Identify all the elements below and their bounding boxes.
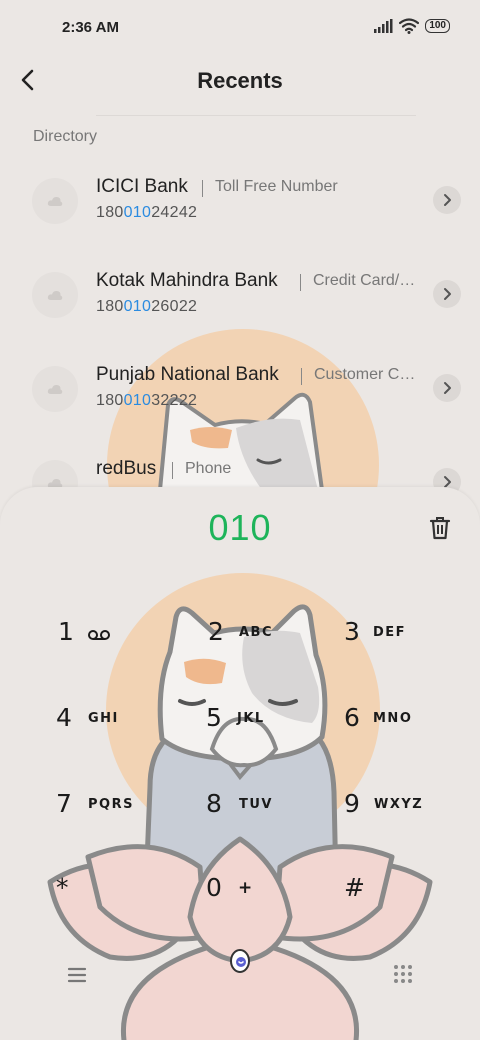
avatar xyxy=(32,178,78,224)
contact-tag: Credit Card/… xyxy=(313,272,416,289)
contact-tag: Customer C… xyxy=(314,366,416,383)
call-button[interactable] xyxy=(226,947,254,977)
keypad-toggle-button[interactable] xyxy=(392,963,414,985)
contact-row-icici[interactable]: ICICI Bank Toll Free Number 18001024242 xyxy=(0,156,480,250)
signal-icon xyxy=(374,19,393,33)
menu-button[interactable] xyxy=(62,963,92,987)
dialer-panel: 010 1 2 ABC 3 DEF 4 GHI 5 JKL 6 MNO 7 PQ… xyxy=(0,487,480,1040)
contact-name: Kotak Mahindra Bank xyxy=(96,270,278,291)
key-9[interactable]: 9 WXYZ xyxy=(338,777,468,833)
key-7[interactable]: 7 PQRS xyxy=(50,777,180,833)
matched-digits: 010 xyxy=(123,298,152,315)
menu-icon xyxy=(67,967,87,983)
trash-icon xyxy=(429,517,451,540)
battery-icon: 100 xyxy=(425,19,450,33)
contact-tag: Toll Free Number xyxy=(215,178,338,195)
delete-button[interactable] xyxy=(428,515,452,541)
divider xyxy=(301,368,302,385)
cloud-icon xyxy=(47,196,63,206)
contact-number: 18001026022 xyxy=(96,298,198,315)
chevron-right-icon xyxy=(444,194,451,206)
contact-row-kotak[interactable]: Kotak Mahindra Bank Credit Card/… 180010… xyxy=(0,250,480,344)
key-8[interactable]: 8 TUV xyxy=(202,777,332,833)
key-6[interactable]: 6 MNO xyxy=(338,691,468,747)
contact-name: ICICI Bank xyxy=(96,176,188,197)
dialed-number-display: 010 xyxy=(208,507,272,548)
contact-row-pnb[interactable]: Punjab National Bank Customer C… 1800103… xyxy=(0,344,480,438)
details-button[interactable] xyxy=(433,374,461,402)
key-hash[interactable]: # xyxy=(338,861,468,917)
details-button[interactable] xyxy=(433,280,461,308)
avatar xyxy=(32,272,78,318)
wifi-icon xyxy=(399,18,420,34)
section-label-directory: Directory xyxy=(33,128,98,145)
key-5[interactable]: 5 JKL xyxy=(202,691,332,747)
voicemail-icon xyxy=(88,630,110,640)
contact-number: 18001024242 xyxy=(96,204,198,221)
divider xyxy=(300,274,301,291)
avatar xyxy=(32,366,78,412)
matched-digits: 010 xyxy=(123,204,152,221)
status-time: 2:36 AM xyxy=(62,19,119,36)
divider xyxy=(202,180,203,197)
divider xyxy=(172,462,173,479)
matched-digits: 010 xyxy=(123,392,152,409)
status-icons: 100 xyxy=(373,18,450,34)
key-4[interactable]: 4 GHI xyxy=(50,691,180,747)
cloud-icon xyxy=(47,384,63,394)
cloud-icon xyxy=(47,290,63,300)
contact-name: Punjab National Bank xyxy=(96,364,279,385)
key-2[interactable]: 2 ABC xyxy=(202,605,332,661)
header: Recents xyxy=(0,52,480,112)
key-1[interactable]: 1 xyxy=(50,605,180,661)
page-title: Recents xyxy=(197,68,283,93)
details-button[interactable] xyxy=(433,186,461,214)
header-divider xyxy=(96,115,416,116)
key-0[interactable]: 0 + xyxy=(202,861,332,917)
status-bar: 2:36 AM 100 xyxy=(0,0,480,52)
key-star[interactable]: * xyxy=(50,861,180,917)
contact-name: redBus xyxy=(96,458,157,479)
chevron-right-icon xyxy=(444,288,451,300)
contact-tag: Phone xyxy=(185,460,232,477)
keypad-icon xyxy=(394,965,412,983)
call-icon xyxy=(230,949,250,973)
key-3[interactable]: 3 DEF xyxy=(338,605,468,661)
contact-number: 18001032222 xyxy=(96,392,198,409)
chevron-right-icon xyxy=(444,382,451,394)
